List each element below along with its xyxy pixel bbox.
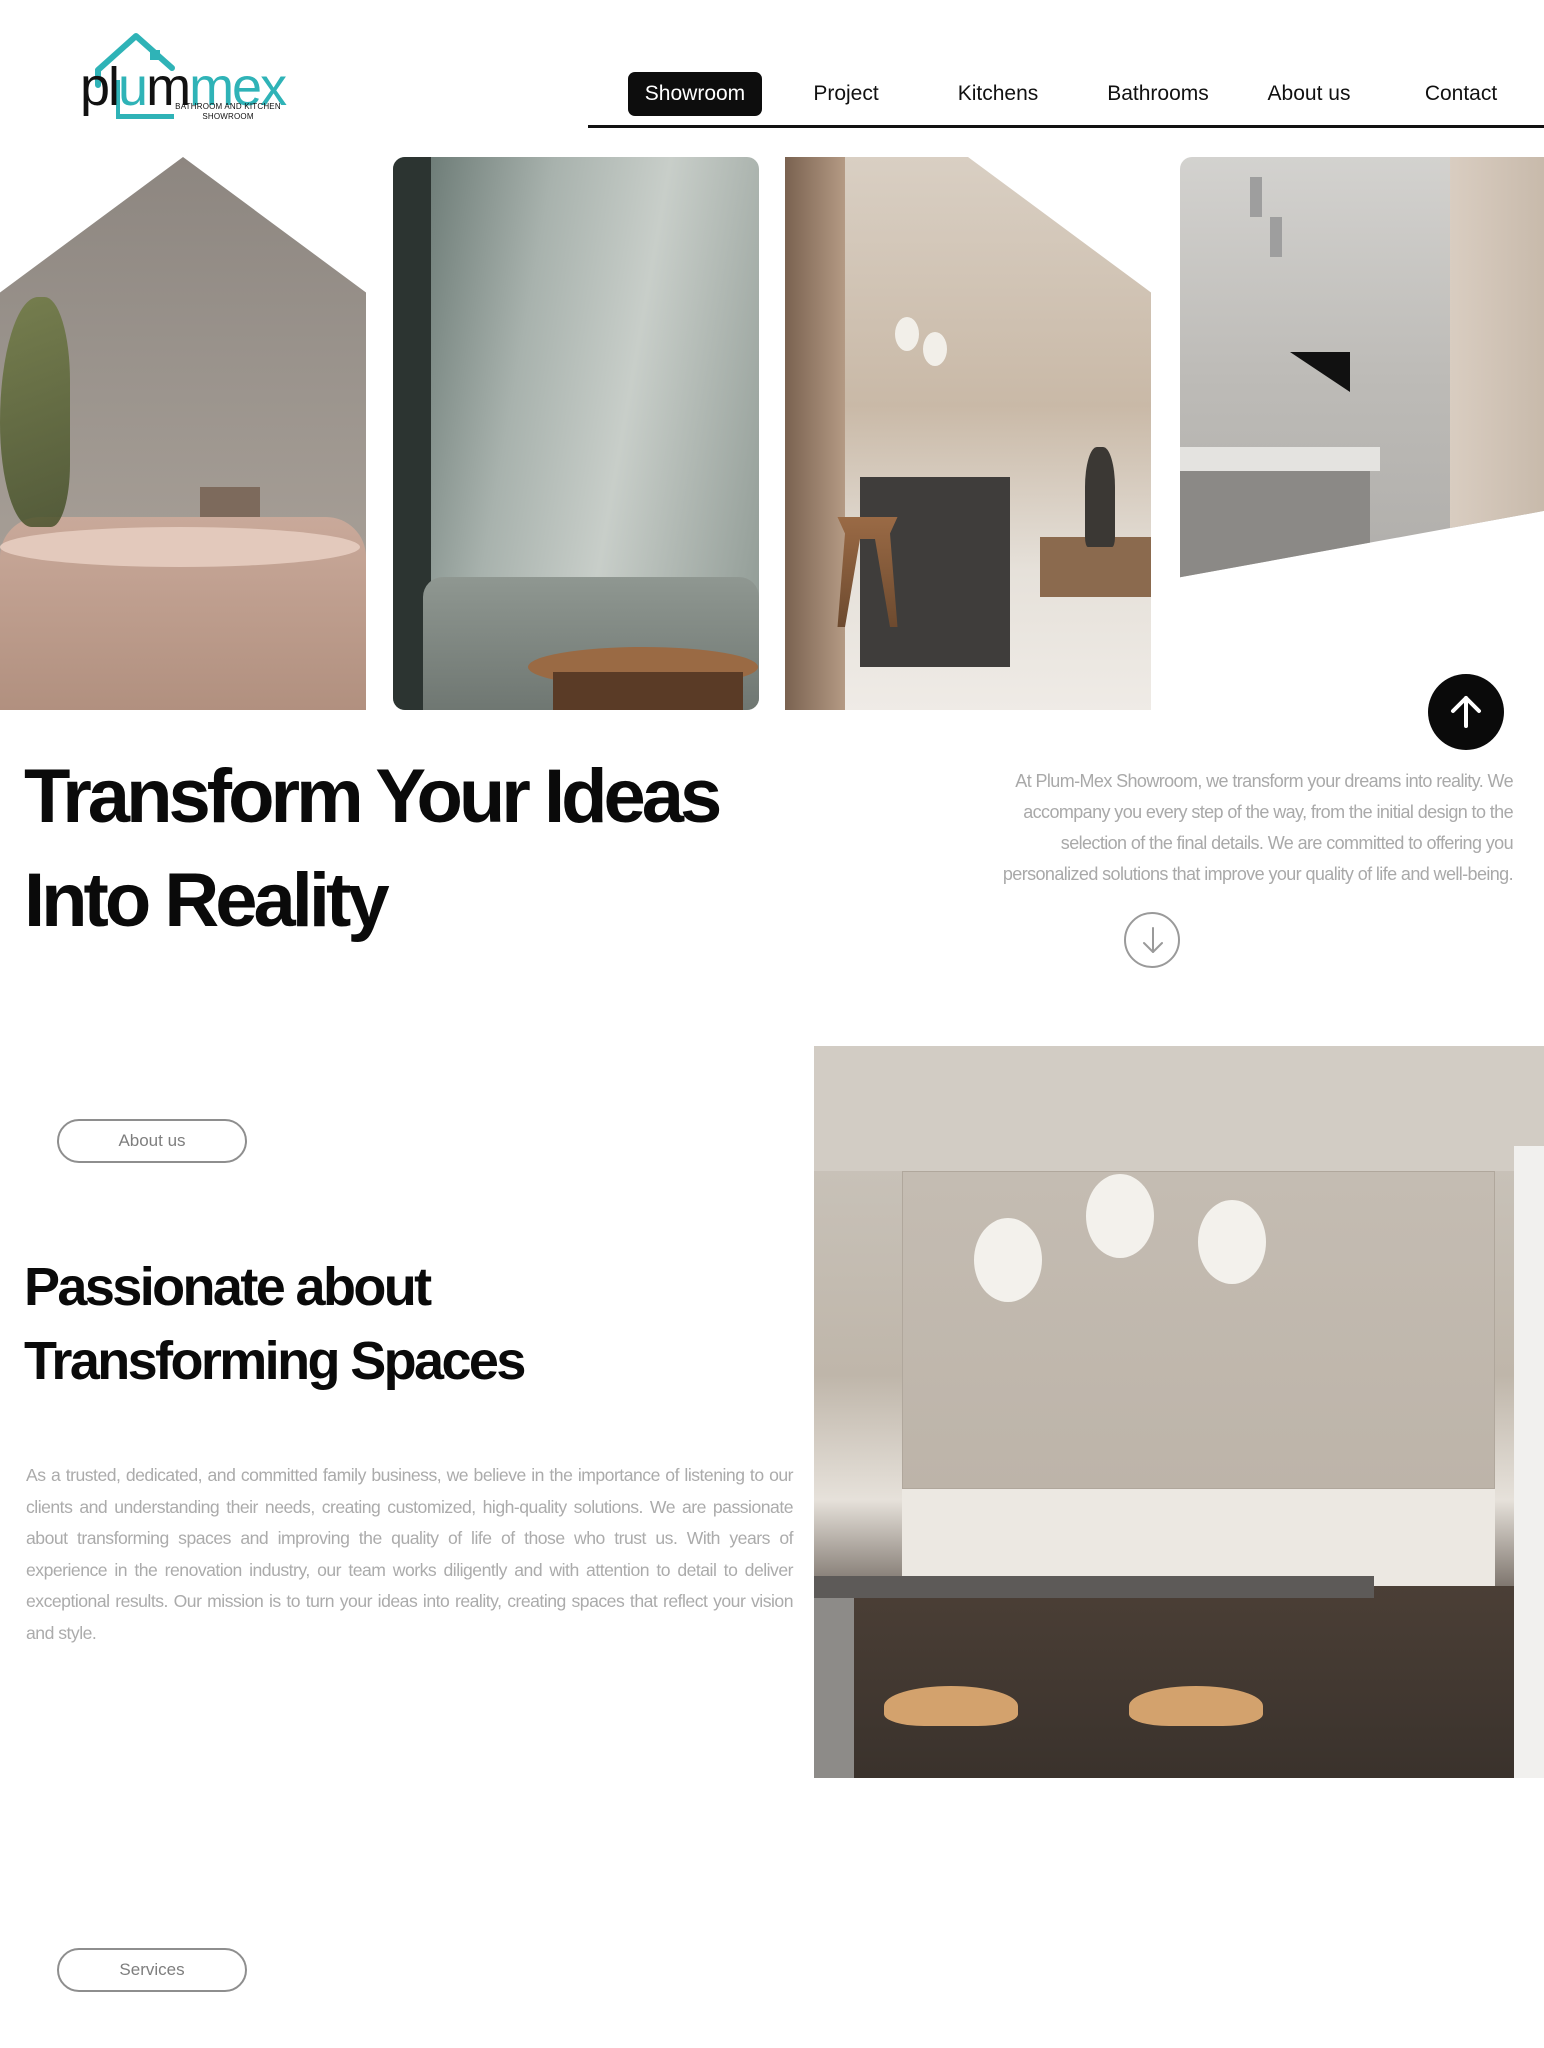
about-title: Passionate about Transforming Spaces	[24, 1257, 526, 1391]
hero-image-shadow-wall	[393, 157, 759, 710]
nav-item-bathrooms[interactable]: Bathrooms	[1088, 72, 1228, 116]
arrow-up-icon	[1451, 696, 1481, 728]
nav-item-project[interactable]: Project	[786, 72, 906, 116]
services-pill[interactable]: Services	[57, 1948, 247, 1992]
nav-item-contact[interactable]: Contact	[1396, 72, 1526, 116]
nav-item-about-us[interactable]: About us	[1244, 72, 1374, 116]
hero-description: At Plum-Mex Showroom, we transform your …	[1002, 771, 1514, 884]
scroll-up-button[interactable]	[1428, 674, 1504, 750]
main-nav: Showroom Project Kitchens Bathrooms Abou…	[588, 72, 1544, 128]
about-image-kitchen	[814, 1046, 1544, 1778]
nav-item-kitchens[interactable]: Kitchens	[938, 72, 1058, 116]
brand-tagline: BATHROOM AND KITCHEN SHOWROOM	[175, 102, 281, 121]
scroll-down-button[interactable]	[1124, 912, 1180, 968]
hero-image-kitchen-corridor	[1180, 157, 1544, 578]
brand-logo[interactable]: plummex BATHROOM AND KITCHEN SHOWROOM	[80, 30, 300, 125]
arrow-down-icon	[1143, 927, 1163, 953]
nav-item-showroom[interactable]: Showroom	[628, 72, 762, 116]
hero-image-interior	[785, 157, 1151, 710]
hero-title: Transform Your Ideas Into Reality	[24, 754, 722, 943]
about-us-pill[interactable]: About us	[57, 1119, 247, 1163]
about-text: As a trusted, dedicated, and committed f…	[26, 1465, 794, 1643]
hero-image-bathtub	[0, 157, 366, 710]
